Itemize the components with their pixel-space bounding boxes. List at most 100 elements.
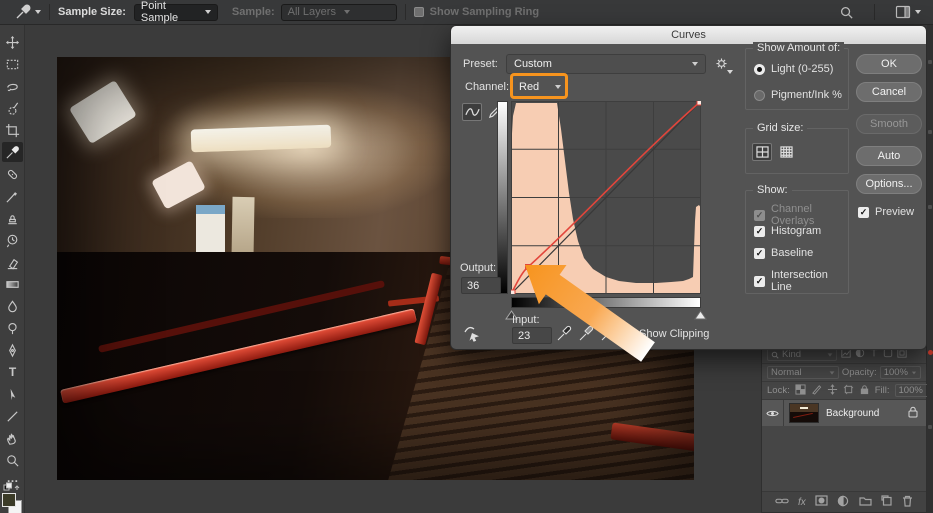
history-brush-tool[interactable]	[2, 230, 23, 250]
pigment-radio[interactable]	[754, 90, 765, 101]
layer-thumbnail[interactable]	[789, 403, 819, 423]
new-group-folder-icon[interactable]	[859, 495, 872, 509]
histogram-checkbox[interactable]: ✓	[754, 226, 765, 237]
lock-artboard-icon[interactable]	[843, 384, 854, 398]
opacity-label: Opacity:	[842, 367, 877, 378]
separator	[49, 4, 50, 20]
channel-overlays-checkbox: ✓	[754, 210, 765, 221]
photoshop-window: Sample Size: Point Sample Sample: All La…	[0, 0, 933, 513]
grid-fine-button[interactable]	[776, 143, 796, 161]
foreground-color-swatch[interactable]	[2, 493, 16, 507]
output-value-field[interactable]: 36	[461, 277, 501, 294]
handrail-right-bottom	[610, 423, 694, 453]
hand-tool[interactable]	[2, 428, 23, 448]
workspace-switcher-icon[interactable]	[895, 5, 921, 19]
show-sampling-ring-checkbox: ✓	[414, 7, 424, 17]
cancel-button[interactable]: Cancel	[856, 82, 922, 102]
show-sampling-ring-label: Show Sampling Ring	[430, 6, 539, 18]
input-value-field[interactable]: 23	[512, 327, 552, 344]
new-layer-icon[interactable]	[881, 495, 893, 510]
healing-brush-tool[interactable]	[2, 164, 23, 184]
lock-transparency-icon[interactable]	[795, 384, 806, 398]
light-radio[interactable]	[754, 64, 765, 75]
curves-graph[interactable]	[511, 101, 701, 294]
adjustment-layer-icon[interactable]	[837, 495, 849, 510]
zoom-tool[interactable]	[2, 450, 23, 470]
link-layers-icon[interactable]	[775, 496, 789, 509]
fluorescent-tube-light	[190, 124, 331, 152]
handrail-left-end	[388, 295, 439, 306]
channel-highlight-annotation	[510, 73, 568, 99]
path-selection-tool[interactable]	[2, 384, 23, 404]
search-icon[interactable]	[839, 5, 854, 20]
edit-points-curve-button[interactable]	[462, 103, 482, 121]
layer-mask-icon[interactable]	[815, 495, 828, 509]
lock-all-icon[interactable]	[859, 384, 870, 398]
curve-endpoint-shadows[interactable]	[511, 290, 515, 294]
baseline-row[interactable]: ✓ Baseline	[754, 247, 813, 259]
preset-options-gear-icon[interactable]	[714, 56, 729, 74]
baseline-checkbox[interactable]: ✓	[754, 248, 765, 259]
panel-dock-strip	[927, 25, 933, 513]
options-button[interactable]: Options...	[856, 174, 922, 194]
eyedropper-tool-icon[interactable]	[14, 3, 32, 21]
lock-position-icon[interactable]	[827, 384, 838, 398]
show-clipping-checkbox[interactable]: ✓	[622, 329, 633, 340]
shape-tool[interactable]	[2, 406, 23, 426]
dialog-titlebar[interactable]: Curves	[451, 26, 926, 44]
dodge-tool[interactable]	[2, 318, 23, 338]
grid-size-group: Grid size:	[745, 128, 849, 174]
pigment-radio-row[interactable]: Pigment/Ink %	[754, 89, 842, 101]
preset-dropdown[interactable]: Custom	[506, 54, 706, 74]
poster-sign	[196, 205, 225, 254]
layers-panel: Kind Normal Opacity: 100% Lock: Fill: 10…	[761, 345, 927, 513]
preview-checkbox[interactable]: ✓	[858, 207, 869, 218]
show-group: Show: ✓ Channel Overlays ✓ Histogram ✓ B…	[745, 190, 849, 294]
curve-endpoint-highlights[interactable]	[697, 101, 701, 105]
tool-preset-chevron-icon[interactable]	[35, 10, 41, 14]
move-tool[interactable]	[2, 32, 23, 52]
intersection-line-checkbox[interactable]: ✓	[754, 276, 765, 287]
fill-label: Fill:	[875, 385, 890, 396]
background-layer-row[interactable]: Background	[762, 399, 926, 426]
layer-name[interactable]: Background	[826, 408, 879, 419]
pen-tool[interactable]	[2, 340, 23, 360]
gray-point-eyedropper[interactable]	[578, 324, 594, 345]
ok-button[interactable]: OK	[856, 54, 922, 74]
default-swap-colors-icon[interactable]	[3, 482, 21, 492]
blur-tool[interactable]	[2, 296, 23, 316]
histogram-row[interactable]: ✓ Histogram	[754, 225, 821, 237]
gradient-tool[interactable]	[2, 274, 23, 294]
grid-coarse-button[interactable]	[752, 143, 772, 161]
intersection-line-row[interactable]: ✓ Intersection Line	[754, 269, 848, 293]
layer-effects-icon[interactable]: fx	[798, 497, 806, 508]
preview-row[interactable]: ✓ Preview	[858, 206, 914, 218]
white-point-eyedropper[interactable]	[600, 324, 616, 345]
targeted-adjustment-tool-icon[interactable]	[463, 323, 485, 346]
quick-selection-tool[interactable]	[2, 98, 23, 118]
auto-button[interactable]: Auto	[856, 146, 922, 166]
dialog-title: Curves	[671, 29, 706, 41]
eraser-tool[interactable]	[2, 252, 23, 272]
clone-stamp-tool[interactable]	[2, 208, 23, 228]
crop-tool[interactable]	[2, 120, 23, 140]
lasso-tool[interactable]	[2, 76, 23, 96]
blend-mode-dropdown: Normal	[767, 366, 839, 379]
type-tool[interactable]: T	[2, 362, 23, 382]
sample-size-dropdown[interactable]: Point Sample	[134, 4, 218, 21]
eyedropper-tool[interactable]	[2, 142, 23, 162]
black-point-eyedropper[interactable]	[556, 324, 572, 345]
delete-layer-trash-icon[interactable]	[902, 495, 913, 510]
brush-tool[interactable]	[2, 186, 23, 206]
tools-panel: T …	[0, 25, 25, 513]
layer-visibility-eye-icon[interactable]	[762, 400, 784, 426]
show-clipping-row[interactable]: ✓ Show Clipping	[622, 328, 709, 340]
marquee-tool[interactable]	[2, 54, 23, 74]
lock-pixels-icon[interactable]	[811, 384, 822, 398]
wall-light-left	[69, 80, 137, 145]
preset-label: Preset:	[463, 58, 498, 70]
curve-selected-point[interactable]	[526, 265, 531, 270]
wall-light-left-lower	[151, 160, 205, 209]
highlight-input-slider[interactable]	[694, 310, 707, 320]
light-radio-row[interactable]: Light (0-255)	[754, 63, 833, 75]
